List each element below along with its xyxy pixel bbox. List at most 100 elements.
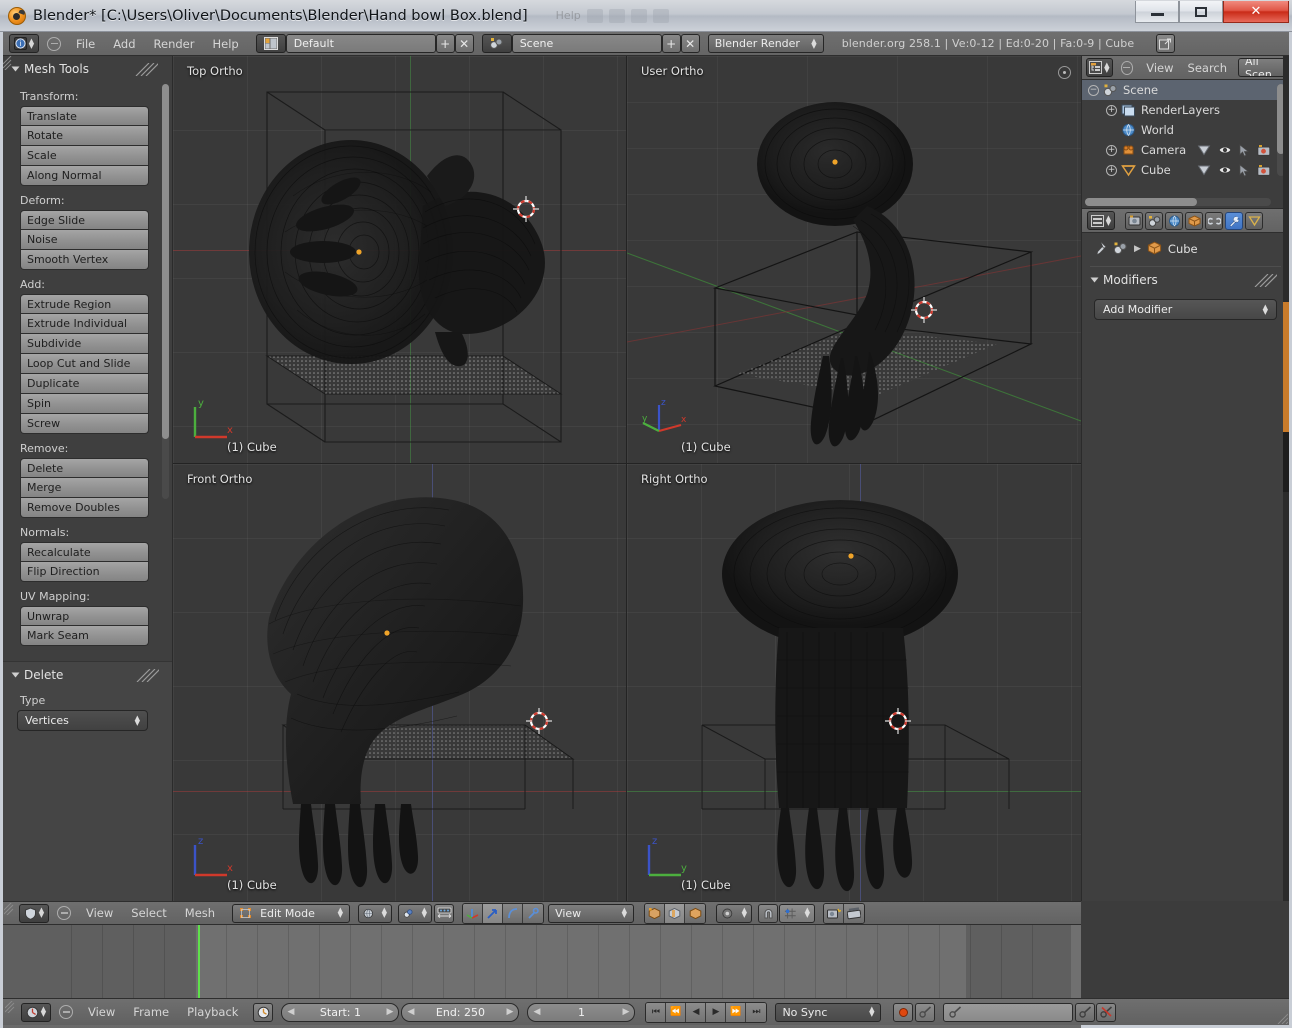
tool-button-noise[interactable]: Noise <box>20 230 149 250</box>
occlude-geometry-button[interactable] <box>665 903 686 923</box>
view3d-editor-type-button[interactable]: ▲ ▼ <box>19 903 49 923</box>
frame-increase-arrow-icon[interactable]: ▶ <box>623 1007 630 1017</box>
camera-restrict-icon[interactable] <box>1257 164 1271 177</box>
outliner-menu-search[interactable]: Search <box>1181 56 1235 80</box>
tab-render[interactable] <box>1125 211 1143 230</box>
occlusion-group[interactable] <box>644 902 707 924</box>
outliner-row-renderlayers[interactable]: + RenderLayers <box>1082 100 1289 120</box>
start-frame-field[interactable]: ◀ Start: 1 ▶ <box>281 1002 400 1022</box>
eye-icon[interactable] <box>1218 164 1232 176</box>
start-decrease-arrow-icon[interactable]: ◀ <box>287 1007 294 1017</box>
outliner-menu-view[interactable]: View <box>1139 56 1180 80</box>
tool-button-edge-slide[interactable]: Edge Slide <box>20 210 149 230</box>
pin-icon[interactable] <box>1092 241 1107 256</box>
snap-magnet-button[interactable] <box>758 903 779 923</box>
tool-button-along-normal[interactable]: Along Normal <box>20 166 149 186</box>
tool-button-translate[interactable]: Translate <box>20 106 149 126</box>
pivot-point-dropdown[interactable]: ▲ ▼ <box>716 903 753 923</box>
outliner-display-mode[interactable]: All Scen <box>1238 58 1289 77</box>
timeline-editor-type-button[interactable]: ▲ ▼ <box>21 1002 51 1022</box>
area-grip-footer-icon[interactable] <box>4 903 16 915</box>
tool-button-flip-direction[interactable]: Flip Direction <box>20 562 149 582</box>
limit-selection-button[interactable] <box>645 903 666 923</box>
frame-decrease-arrow-icon[interactable]: ◀ <box>533 1007 540 1017</box>
viewport-front-ortho[interactable]: Front Ortho z x (1) Cube <box>173 464 627 901</box>
maximize-button[interactable] <box>1179 1 1223 23</box>
tab-constraints[interactable] <box>1205 211 1223 230</box>
transport-controls[interactable]: ⏮ ⏪ ◀ ▶ ⏩ ⏭ <box>645 1001 768 1023</box>
info-editor-type-button[interactable]: i ▲ ▼ <box>9 34 39 53</box>
window-resize-grip-icon[interactable] <box>1276 1012 1288 1024</box>
render-opengl-anim-button[interactable] <box>844 903 865 923</box>
mode-dropdown[interactable]: Edit Mode ▲ ▼ <box>232 903 351 923</box>
scale-manipulator-button[interactable] <box>523 903 544 923</box>
outliner-hscroll-thumb[interactable] <box>1085 198 1197 206</box>
tool-button-rotate[interactable]: Rotate <box>20 126 149 146</box>
end-decrease-arrow-icon[interactable]: ◀ <box>407 1007 414 1017</box>
end-frame-field[interactable]: ◀ End: 250 ▶ <box>401 1002 520 1022</box>
outliner-horizontal-scrollbar[interactable] <box>1085 198 1271 206</box>
next-keyframe-button[interactable]: ⏩ <box>726 1002 747 1022</box>
viewport-user-ortho[interactable]: User Ortho z x y (1) Cube <box>627 56 1081 464</box>
render-opengl-group[interactable] <box>823 902 866 924</box>
prev-keyframe-button[interactable]: ⏪ <box>666 1002 687 1022</box>
tool-button-remove-doubles[interactable]: Remove Doubles <box>20 498 149 518</box>
tab-data[interactable] <box>1245 211 1263 230</box>
outliner-row-world[interactable]: World <box>1082 120 1289 140</box>
minimize-button[interactable] <box>1135 1 1179 23</box>
outliner-row-scene[interactable]: − Scene <box>1082 80 1289 100</box>
play-reverse-button[interactable]: ◀ <box>686 1002 707 1022</box>
proportional-edit-button[interactable] <box>434 903 455 923</box>
play-button[interactable]: ▶ <box>706 1002 727 1022</box>
viewport-right-ortho[interactable]: Right Ortho z y (1) Cube <box>627 464 1081 901</box>
tool-button-smooth-vertex[interactable]: Smooth Vertex <box>20 250 149 270</box>
cursor-arrow-icon[interactable] <box>1239 143 1250 157</box>
render-opengl-image-button[interactable] <box>824 903 845 923</box>
viewport-nav-gizmo[interactable] <box>1058 66 1071 79</box>
timeline-track[interactable] <box>3 925 1081 1007</box>
menu-file[interactable]: File <box>67 32 104 56</box>
maximize-area-button[interactable] <box>1156 34 1176 53</box>
tool-button-screw[interactable]: Screw <box>20 414 149 434</box>
tool-button-merge[interactable]: Merge <box>20 478 149 498</box>
tab-modifiers[interactable] <box>1225 211 1243 230</box>
tool-button-subdivide[interactable]: Subdivide <box>20 334 149 354</box>
outliner-row-cube[interactable]: + Cube <box>1082 160 1289 180</box>
screen-layout-icon-button[interactable] <box>255 34 286 53</box>
cursor-arrow-icon[interactable] <box>1239 163 1250 177</box>
area-grip-bottom-icon[interactable] <box>5 1001 17 1013</box>
properties-editor-type-button[interactable]: ▲ ▼ <box>1087 211 1115 230</box>
outliner-collapse-menus[interactable] <box>1120 60 1134 75</box>
timeline-playhead[interactable] <box>198 925 201 1007</box>
insert-keyframe-button[interactable] <box>1075 1002 1096 1022</box>
menu-render[interactable]: Render <box>145 32 204 56</box>
collapse-menus-button[interactable] <box>47 36 61 51</box>
tab-world[interactable] <box>1165 211 1183 230</box>
new-scene-button[interactable]: + <box>661 34 681 53</box>
toolshelf-scrollbar-thumb[interactable] <box>162 84 169 439</box>
auto-keyframe-button[interactable] <box>893 1002 914 1022</box>
add-modifier-dropdown[interactable]: Add Modifier ▲ ▼ <box>1094 299 1277 320</box>
keying-set-field[interactable] <box>943 1002 1074 1022</box>
camera-restrict-icon[interactable] <box>1257 144 1271 157</box>
current-frame-field[interactable]: ◀ 1 ▶ <box>527 1002 636 1022</box>
outliner-row-camera[interactable]: + Camera <box>1082 140 1289 160</box>
menu-add[interactable]: Add <box>104 32 144 56</box>
tool-button-extrude-region[interactable]: Extrude Region <box>20 294 149 314</box>
end-increase-arrow-icon[interactable]: ▶ <box>507 1007 514 1017</box>
scene-breadcrumb-icon[interactable] <box>1113 241 1128 256</box>
delete-scene-button[interactable]: ✕ <box>680 34 700 53</box>
timeline-collapse-menus[interactable] <box>59 1005 73 1019</box>
tool-button-unwrap[interactable]: Unwrap <box>20 606 149 626</box>
rotate-manipulator-button[interactable] <box>503 903 524 923</box>
tool-button-extrude-individual[interactable]: Extrude Individual <box>20 314 149 334</box>
outliner-expand-icon[interactable]: + <box>1106 104 1117 116</box>
mesh-data-icon[interactable] <box>1197 163 1211 177</box>
delete-screen-layout-button[interactable]: ✕ <box>454 34 474 53</box>
backface-cull-button[interactable] <box>685 903 706 923</box>
jump-start-button[interactable]: ⏮ <box>646 1002 667 1022</box>
audio-sync-button[interactable] <box>253 1002 274 1022</box>
timeline-menu-view[interactable]: View <box>79 1000 124 1024</box>
tool-button-duplicate[interactable]: Duplicate <box>20 374 149 394</box>
tool-button-recalculate[interactable]: Recalculate <box>20 542 149 562</box>
